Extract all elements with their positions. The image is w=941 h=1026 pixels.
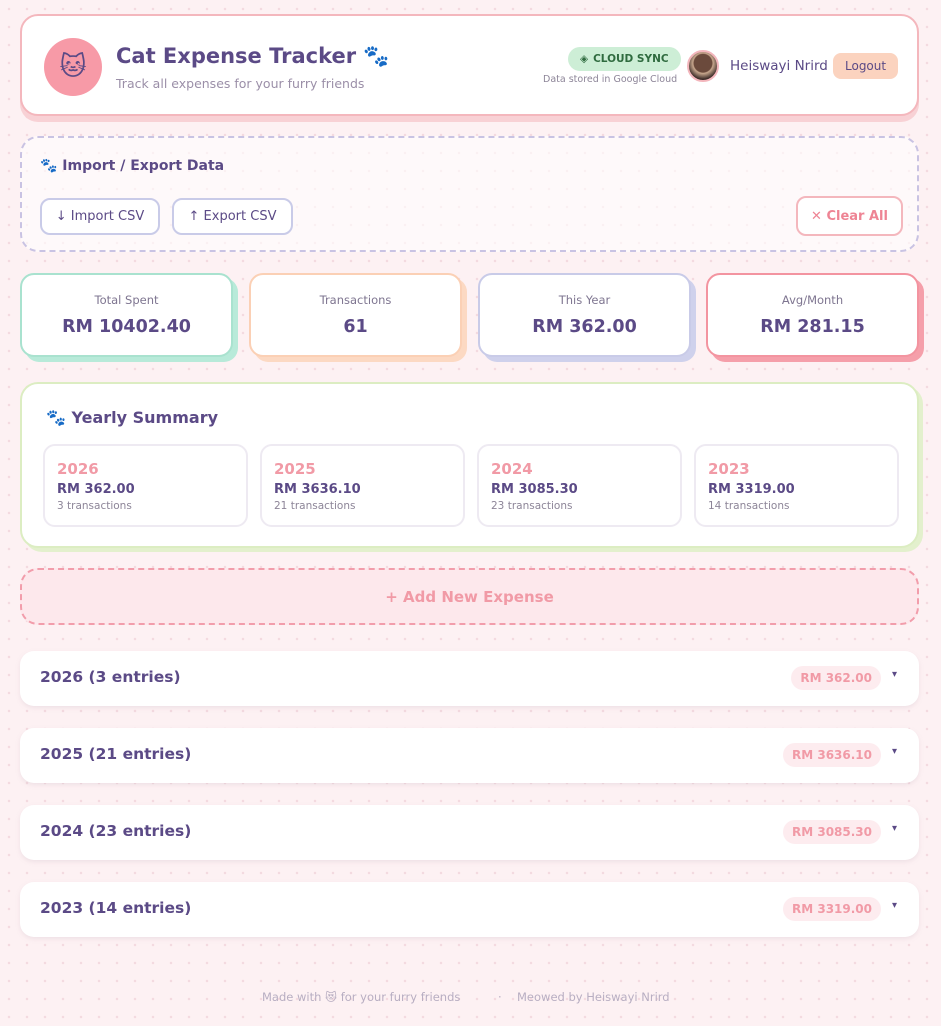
year-card-year: 2026	[57, 460, 99, 478]
year-section-label: 2023 (14 entries)	[40, 899, 192, 917]
cat-logo-icon: 🐱	[44, 38, 102, 96]
year-card-count: 21 transactions	[274, 500, 356, 512]
cloud-sync-badge: ◈ CLOUD SYNC	[568, 47, 681, 71]
user-name: Heiswayi Nrird	[730, 58, 828, 74]
import-csv-button[interactable]: ↓ Import CSV	[40, 198, 160, 235]
year-section-2026[interactable]: 2026 (3 entries) RM 362.00 ▾	[20, 651, 919, 706]
year-card-year: 2023	[708, 460, 750, 478]
logout-button[interactable]: Logout	[833, 53, 899, 79]
footer-credit: Meowed by Heiswayi Nrird	[517, 990, 670, 1004]
year-card-2023: 2023 RM 3319.00 14 transactions	[694, 444, 899, 527]
app-title: Cat Expense Tracker 🐾	[116, 44, 390, 68]
year-card-amount: RM 3085.30	[491, 482, 578, 497]
stat-avg-month: Avg/Month RM 281.15	[706, 273, 919, 357]
stat-value: RM 10402.40	[62, 317, 191, 337]
app-subtitle: Track all expenses for your furry friend…	[116, 76, 365, 91]
year-section-label: 2026 (3 entries)	[40, 668, 181, 686]
year-section-label: 2024 (23 entries)	[40, 822, 192, 840]
chevron-down-icon[interactable]: ▾	[892, 823, 897, 834]
add-expense-button[interactable]: + Add New Expense	[20, 568, 919, 625]
year-card-2024: 2024 RM 3085.30 23 transactions	[477, 444, 682, 527]
footer-separator: ·	[498, 990, 502, 1004]
user-avatar	[687, 50, 719, 82]
year-section-total: RM 3636.10	[782, 743, 881, 767]
footer-made-with: Made with 😻 for your furry friends	[262, 990, 461, 1004]
stat-label: This Year	[558, 293, 611, 307]
year-card-year: 2025	[274, 460, 316, 478]
clear-all-button[interactable]: ✕ Clear All	[796, 196, 903, 236]
year-card-amount: RM 3636.10	[274, 482, 361, 497]
year-section-2025[interactable]: 2025 (21 entries) RM 3636.10 ▾	[20, 728, 919, 783]
sync-badge-label: CLOUD SYNC	[593, 53, 669, 65]
import-export-title: 🐾 Import / Export Data	[40, 158, 225, 174]
year-section-total: RM 3085.30	[782, 820, 881, 844]
year-card-amount: RM 3319.00	[708, 482, 795, 497]
sync-note: Data stored in Google Cloud	[543, 74, 678, 85]
year-card-amount: RM 362.00	[57, 482, 135, 497]
export-csv-button[interactable]: ↑ Export CSV	[172, 198, 293, 235]
year-card-count: 3 transactions	[57, 500, 132, 512]
chevron-down-icon[interactable]: ▾	[892, 746, 897, 757]
chevron-down-icon[interactable]: ▾	[892, 900, 897, 911]
year-section-label: 2025 (21 entries)	[40, 745, 192, 763]
year-card-2026: 2026 RM 362.00 3 transactions	[43, 444, 248, 527]
stat-value: RM 362.00	[532, 317, 637, 337]
stat-transactions: Transactions 61	[249, 273, 462, 357]
import-export-panel: 🐾 Import / Export Data ↓ Import CSV ↑ Ex…	[20, 136, 919, 252]
app-header: 🐱 Cat Expense Tracker 🐾 Track all expens…	[20, 14, 919, 116]
year-card-year: 2024	[491, 460, 533, 478]
year-card-2025: 2025 RM 3636.10 21 transactions	[260, 444, 465, 527]
yearly-summary-title: 🐾 Yearly Summary	[46, 408, 219, 427]
year-card-count: 14 transactions	[708, 500, 790, 512]
chevron-down-icon[interactable]: ▾	[892, 669, 897, 680]
stat-label: Avg/Month	[781, 293, 844, 307]
stat-value: 61	[343, 317, 368, 337]
yearly-summary-panel: 🐾 Yearly Summary 2026 RM 362.00 3 transa…	[20, 382, 919, 548]
sync-icon: ◈	[580, 53, 589, 65]
year-section-total: RM 362.00	[791, 666, 881, 690]
year-section-total: RM 3319.00	[782, 897, 881, 921]
stat-total-spent: Total Spent RM 10402.40	[20, 273, 233, 357]
stat-label: Transactions	[319, 293, 392, 307]
stat-value: RM 281.15	[760, 317, 865, 337]
year-card-count: 23 transactions	[491, 500, 573, 512]
year-section-2024[interactable]: 2024 (23 entries) RM 3085.30 ▾	[20, 805, 919, 860]
stat-label: Total Spent	[94, 293, 159, 307]
year-section-2023[interactable]: 2023 (14 entries) RM 3319.00 ▾	[20, 882, 919, 937]
stat-this-year: This Year RM 362.00	[478, 273, 691, 357]
